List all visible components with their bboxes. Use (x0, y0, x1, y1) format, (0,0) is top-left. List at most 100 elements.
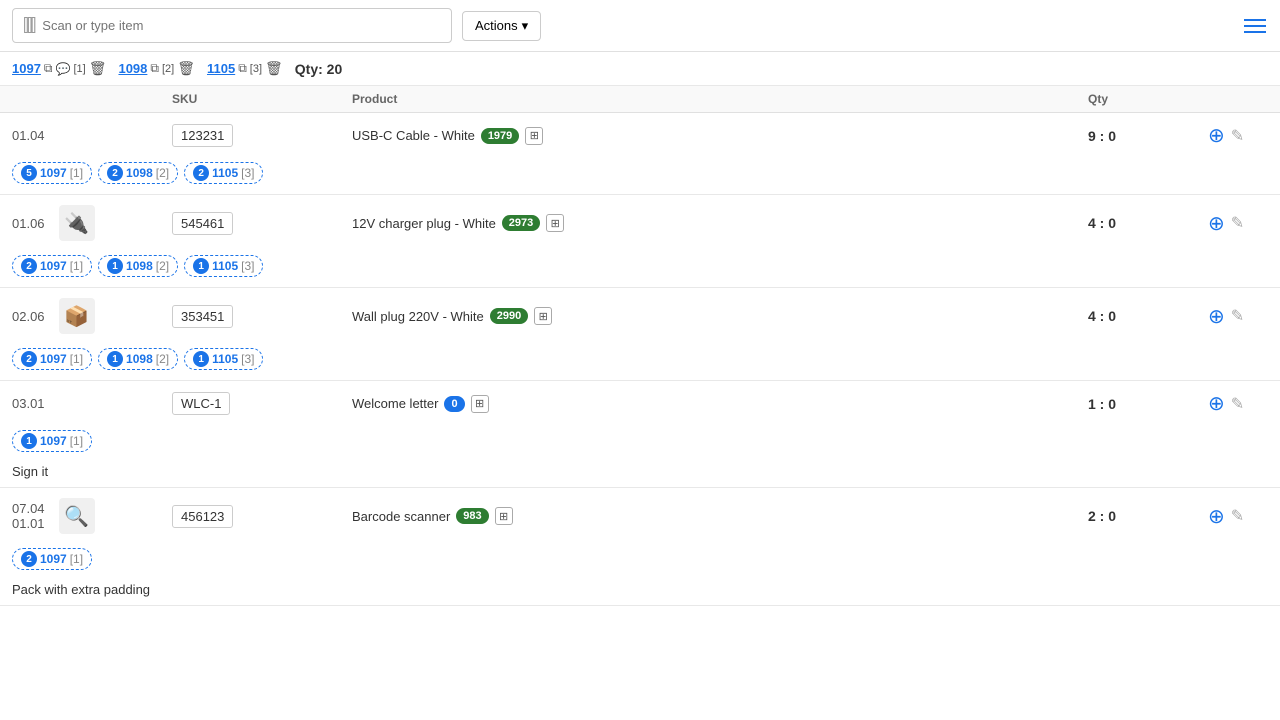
chip-num: 1 (107, 351, 123, 367)
product-main-row: 02.06 📦 353451 Wall plug 220V - White 29… (0, 288, 1280, 344)
col-actions (1208, 92, 1268, 106)
product-name-text: Barcode scanner (352, 509, 450, 524)
edit-button[interactable]: ✎ (1231, 126, 1244, 146)
chip-bracket: [2] (156, 259, 169, 273)
product-name-text: USB-C Cable - White (352, 128, 475, 143)
location-thumb-cell: 01.04 (12, 128, 172, 143)
qty-total: Qty: 20 (295, 61, 342, 77)
chip-id: 1105 (212, 259, 238, 273)
table-body: 01.04 123231 USB-C Cable - White 1979 ⊞ … (0, 113, 1280, 606)
hamburger-menu-button[interactable] (1242, 17, 1268, 35)
tab-1097[interactable]: 1097 ⧉ 💬 [1] 🗑 (12, 60, 106, 77)
chip-bracket: [3] (241, 352, 254, 366)
tag-chip: 2 1097 [1] (12, 548, 92, 570)
sku-cell: WLC-1 (172, 392, 352, 415)
tab-1098[interactable]: 1098 ⧉ [2] 🗑 (118, 60, 195, 77)
expand-icon[interactable]: ⊞ (471, 395, 489, 413)
order-tabs: 1097 ⧉ 💬 [1] 🗑 1098 ⧉ [2] 🗑 1105 ⧉ [3] 🗑… (0, 52, 1280, 86)
product-tags: 2 1097 [1] 1 1098 [2] 1 1105 [3] (0, 344, 1280, 380)
tab-1097-delete[interactable]: 🗑 (89, 60, 107, 77)
sku-cell: 353451 (172, 305, 352, 328)
chip-num: 1 (193, 258, 209, 274)
expand-icon[interactable]: ⊞ (495, 507, 513, 525)
table-row: 07.0401.01 🔍 456123 Barcode scanner 983 … (0, 488, 1280, 606)
tab-1105-id[interactable]: 1105 (207, 61, 235, 76)
chip-id: 1097 (40, 166, 67, 180)
add-qty-button[interactable]: ⊕ (1208, 504, 1225, 529)
product-tags: 5 1097 [1] 2 1098 [2] 2 1105 [3] (0, 158, 1280, 194)
sku-value: 545461 (172, 212, 233, 235)
location-cell: 07.0401.01 (12, 501, 45, 531)
edit-button[interactable]: ✎ (1231, 506, 1244, 526)
tab-1105-delete[interactable]: 🗑 (265, 60, 283, 77)
chip-bracket: [2] (156, 166, 169, 180)
actions-button[interactable]: Actions ▾ (462, 11, 541, 41)
location-thumb-cell: 07.0401.01 🔍 (12, 498, 172, 534)
chip-bracket: [3] (241, 259, 254, 273)
chip-num: 2 (21, 351, 37, 367)
product-name-text: 12V charger plug - White (352, 216, 496, 231)
chip-id: 1105 (212, 166, 238, 180)
row-note: Pack with extra padding (0, 582, 1280, 605)
chip-id: 1105 (212, 352, 238, 366)
chip-bracket: [3] (241, 166, 254, 180)
copy-icon-1097: ⧉ (44, 61, 53, 76)
qty-cell: 9 : 0 (1088, 128, 1208, 144)
add-qty-button[interactable]: ⊕ (1208, 123, 1225, 148)
expand-icon[interactable]: ⊞ (534, 307, 552, 325)
table-header: SKU Product Qty (0, 86, 1280, 113)
col-product: Product (352, 92, 1088, 106)
add-qty-button[interactable]: ⊕ (1208, 391, 1225, 416)
scan-input[interactable] (42, 18, 441, 33)
row-actions: ⊕ ✎ (1208, 123, 1268, 148)
product-thumb: 📦 (59, 298, 95, 334)
product-main-row: 07.0401.01 🔍 456123 Barcode scanner 983 … (0, 488, 1280, 544)
chip-id: 1098 (126, 352, 153, 366)
location-thumb-cell: 02.06 📦 (12, 298, 172, 334)
product-badge: 2973 (502, 215, 540, 231)
chip-bracket: [1] (70, 259, 83, 273)
tag-chip: 2 1105 [3] (184, 162, 263, 184)
expand-icon[interactable]: ⊞ (546, 214, 564, 232)
table-row: 03.01 WLC-1 Welcome letter 0 ⊞ 1 : 0 ⊕ ✎… (0, 381, 1280, 488)
edit-button[interactable]: ✎ (1231, 213, 1244, 233)
qty-cell: 4 : 0 (1088, 215, 1208, 231)
add-qty-button[interactable]: ⊕ (1208, 211, 1225, 236)
chip-num: 1 (107, 258, 123, 274)
product-thumb: 🔍 (59, 498, 95, 534)
tag-chip: 1 1098 [2] (98, 255, 178, 277)
sku-cell: 456123 (172, 505, 352, 528)
tag-chip: 2 1098 [2] (98, 162, 178, 184)
sku-value: 353451 (172, 305, 233, 328)
tab-1105[interactable]: 1105 ⧉ [3] 🗑 (207, 60, 283, 77)
row-actions: ⊕ ✎ (1208, 211, 1268, 236)
location-cell: 01.06 (12, 216, 45, 231)
product-main-row: 01.06 🔌 545461 12V charger plug - White … (0, 195, 1280, 251)
tab-1097-id[interactable]: 1097 (12, 61, 41, 76)
chip-num: 2 (193, 165, 209, 181)
tab-1097-chat-count: [1] (73, 63, 85, 75)
chip-bracket: [1] (70, 166, 83, 180)
expand-icon[interactable]: ⊞ (525, 127, 543, 145)
row-actions: ⊕ ✎ (1208, 504, 1268, 529)
add-qty-button[interactable]: ⊕ (1208, 304, 1225, 329)
product-name-text: Wall plug 220V - White (352, 309, 484, 324)
table-row: 02.06 📦 353451 Wall plug 220V - White 29… (0, 288, 1280, 381)
chip-num: 1 (21, 433, 37, 449)
product-badge: 983 (456, 508, 488, 524)
tab-1105-count: [3] (250, 63, 262, 75)
edit-button[interactable]: ✎ (1231, 306, 1244, 326)
edit-button[interactable]: ✎ (1231, 394, 1244, 414)
chip-num: 2 (107, 165, 123, 181)
copy-icon-1105: ⧉ (238, 61, 247, 76)
qty-cell: 4 : 0 (1088, 308, 1208, 324)
chip-id: 1098 (126, 259, 153, 273)
chip-bracket: [1] (70, 434, 83, 448)
product-tags: 1 1097 [1] (0, 426, 1280, 462)
product-badge: 2990 (490, 308, 528, 324)
location-cell: 02.06 (12, 309, 45, 324)
tag-chip: 2 1097 [1] (12, 255, 92, 277)
tab-1098-delete[interactable]: 🗑 (177, 60, 195, 77)
tab-1098-id[interactable]: 1098 (118, 61, 147, 76)
product-tags: 2 1097 [1] 1 1098 [2] 1 1105 [3] (0, 251, 1280, 287)
